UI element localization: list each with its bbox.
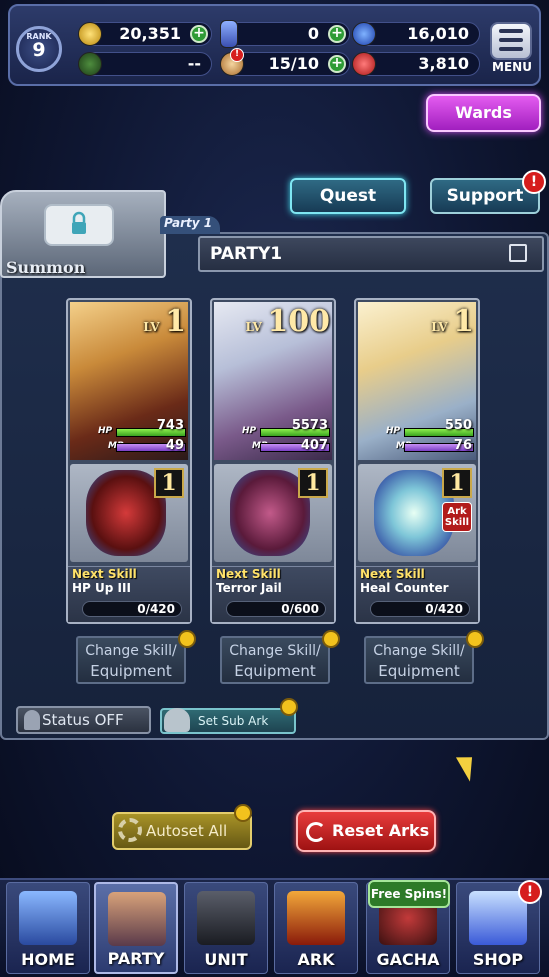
hp-label: HP xyxy=(242,426,257,436)
lock-icon xyxy=(178,630,196,648)
next-skill-name: Terror Jail xyxy=(216,581,282,595)
gil-value: 20,351 xyxy=(119,24,181,43)
skill-progress: 0/420 xyxy=(82,601,182,617)
wards-button[interactable]: Wards xyxy=(426,94,541,132)
nav-party[interactable]: PARTY xyxy=(94,882,178,974)
ark-icon xyxy=(164,708,190,732)
empty-value: -- xyxy=(187,54,201,73)
menu-icon xyxy=(499,29,523,33)
unit-level: LV 1 xyxy=(431,304,474,339)
next-skill-label: Next Skill xyxy=(216,567,281,581)
next-skill-box: Next Skill HP Up III 0/420 xyxy=(68,566,190,622)
quest-button[interactable]: Quest xyxy=(290,178,406,214)
change-skill-button-2[interactable]: Change Skill/Equipment xyxy=(220,636,330,684)
lock-icon xyxy=(234,804,252,822)
lock-icon xyxy=(466,630,484,648)
reset-icon xyxy=(306,822,326,842)
ark-nav-icon xyxy=(287,891,345,945)
lock-icon xyxy=(322,630,340,648)
person-icon xyxy=(24,710,40,730)
ark-slot[interactable]: 1 xyxy=(70,464,188,562)
rank-badge[interactable]: RANK 9 xyxy=(16,26,62,72)
ark-skill-badge: Ark Skill xyxy=(442,502,472,532)
party-tab[interactable]: Party 1 xyxy=(160,216,220,234)
party-icon xyxy=(108,892,166,946)
ark-level: 1 xyxy=(298,468,328,498)
mp-value: 407 xyxy=(300,438,328,453)
unit-card-2[interactable]: LV 100 HP 5573 MP 407 1 Next Skill Terro… xyxy=(210,298,336,624)
nav-home[interactable]: HOME xyxy=(6,882,90,974)
free-spins-badge: Free Spins! xyxy=(368,880,450,908)
unit-card-1[interactable]: LV 1 HP 743 MP 49 1 Next Skill HP Up III… xyxy=(66,298,192,624)
ark-level: 1 xyxy=(442,468,472,498)
next-skill-label: Next Skill xyxy=(72,567,137,581)
nav-ark[interactable]: ARK xyxy=(274,882,358,974)
ark-slot[interactable]: 1 xyxy=(214,464,332,562)
hp-value: 5573 xyxy=(291,418,328,433)
summon-lock xyxy=(44,204,114,246)
menu-button[interactable] xyxy=(490,22,532,60)
edit-name-icon[interactable] xyxy=(509,244,527,262)
hp-value: 743 xyxy=(156,418,184,433)
hp-label: HP xyxy=(98,426,113,436)
mp-value: 49 xyxy=(165,438,184,453)
mp-value: 76 xyxy=(453,438,472,453)
next-skill-name: HP Up III xyxy=(72,581,131,595)
unit-level: LV 1 xyxy=(143,304,186,339)
shop-alert-badge: ! xyxy=(518,880,542,904)
menu-label: MENU xyxy=(492,60,532,74)
summon-label: Summon xyxy=(6,258,86,277)
stamina-alert-icon: ! xyxy=(230,48,244,62)
rank-value: 9 xyxy=(32,39,46,61)
compass-icon xyxy=(78,52,102,76)
add-gil-button[interactable]: + xyxy=(190,25,208,43)
blue-orb-icon xyxy=(352,22,376,46)
nav-unit[interactable]: UNIT xyxy=(184,882,268,974)
next-skill-box: Next Skill Terror Jail 0/600 xyxy=(212,566,334,622)
red-orb-icon xyxy=(352,52,376,76)
stamina-value: 15/10 xyxy=(268,54,319,73)
party-name[interactable]: PARTY1 xyxy=(198,236,544,272)
shop-crystal-icon xyxy=(469,891,527,945)
red-orb-value: 3,810 xyxy=(418,54,469,73)
unit-card-3[interactable]: LV 1 HP 550 MP 76 1 Ark Skill Next Skill… xyxy=(354,298,480,624)
ark-level: 1 xyxy=(154,468,184,498)
next-skill-name: Heal Counter xyxy=(360,581,449,595)
hp-value: 550 xyxy=(444,418,472,433)
next-skill-box: Next Skill Heal Counter 0/420 xyxy=(356,566,478,622)
ark-slot[interactable]: 1 Ark Skill xyxy=(358,464,476,562)
unit-level: LV 100 xyxy=(245,304,330,339)
crystal-icon xyxy=(220,20,238,48)
lock-icon xyxy=(280,698,298,716)
pointer-cursor-icon xyxy=(455,750,483,782)
gear-icon xyxy=(118,818,142,842)
gil-icon xyxy=(78,22,102,46)
lock-icon xyxy=(72,211,86,234)
crystal-value: 0 xyxy=(307,24,319,43)
orb-value: 16,010 xyxy=(407,24,469,43)
unit-icon xyxy=(197,891,255,945)
add-stamina-button[interactable]: + xyxy=(328,55,346,73)
next-skill-label: Next Skill xyxy=(360,567,425,581)
change-skill-button-1[interactable]: Change Skill/Equipment xyxy=(76,636,186,684)
skill-progress: 0/420 xyxy=(370,601,470,617)
skill-progress: 0/600 xyxy=(226,601,326,617)
hp-label: HP xyxy=(386,426,401,436)
home-icon xyxy=(19,891,77,945)
add-crystal-button[interactable]: + xyxy=(328,25,346,43)
change-skill-button-3[interactable]: Change Skill/Equipment xyxy=(364,636,474,684)
support-alert-badge: ! xyxy=(522,170,546,194)
